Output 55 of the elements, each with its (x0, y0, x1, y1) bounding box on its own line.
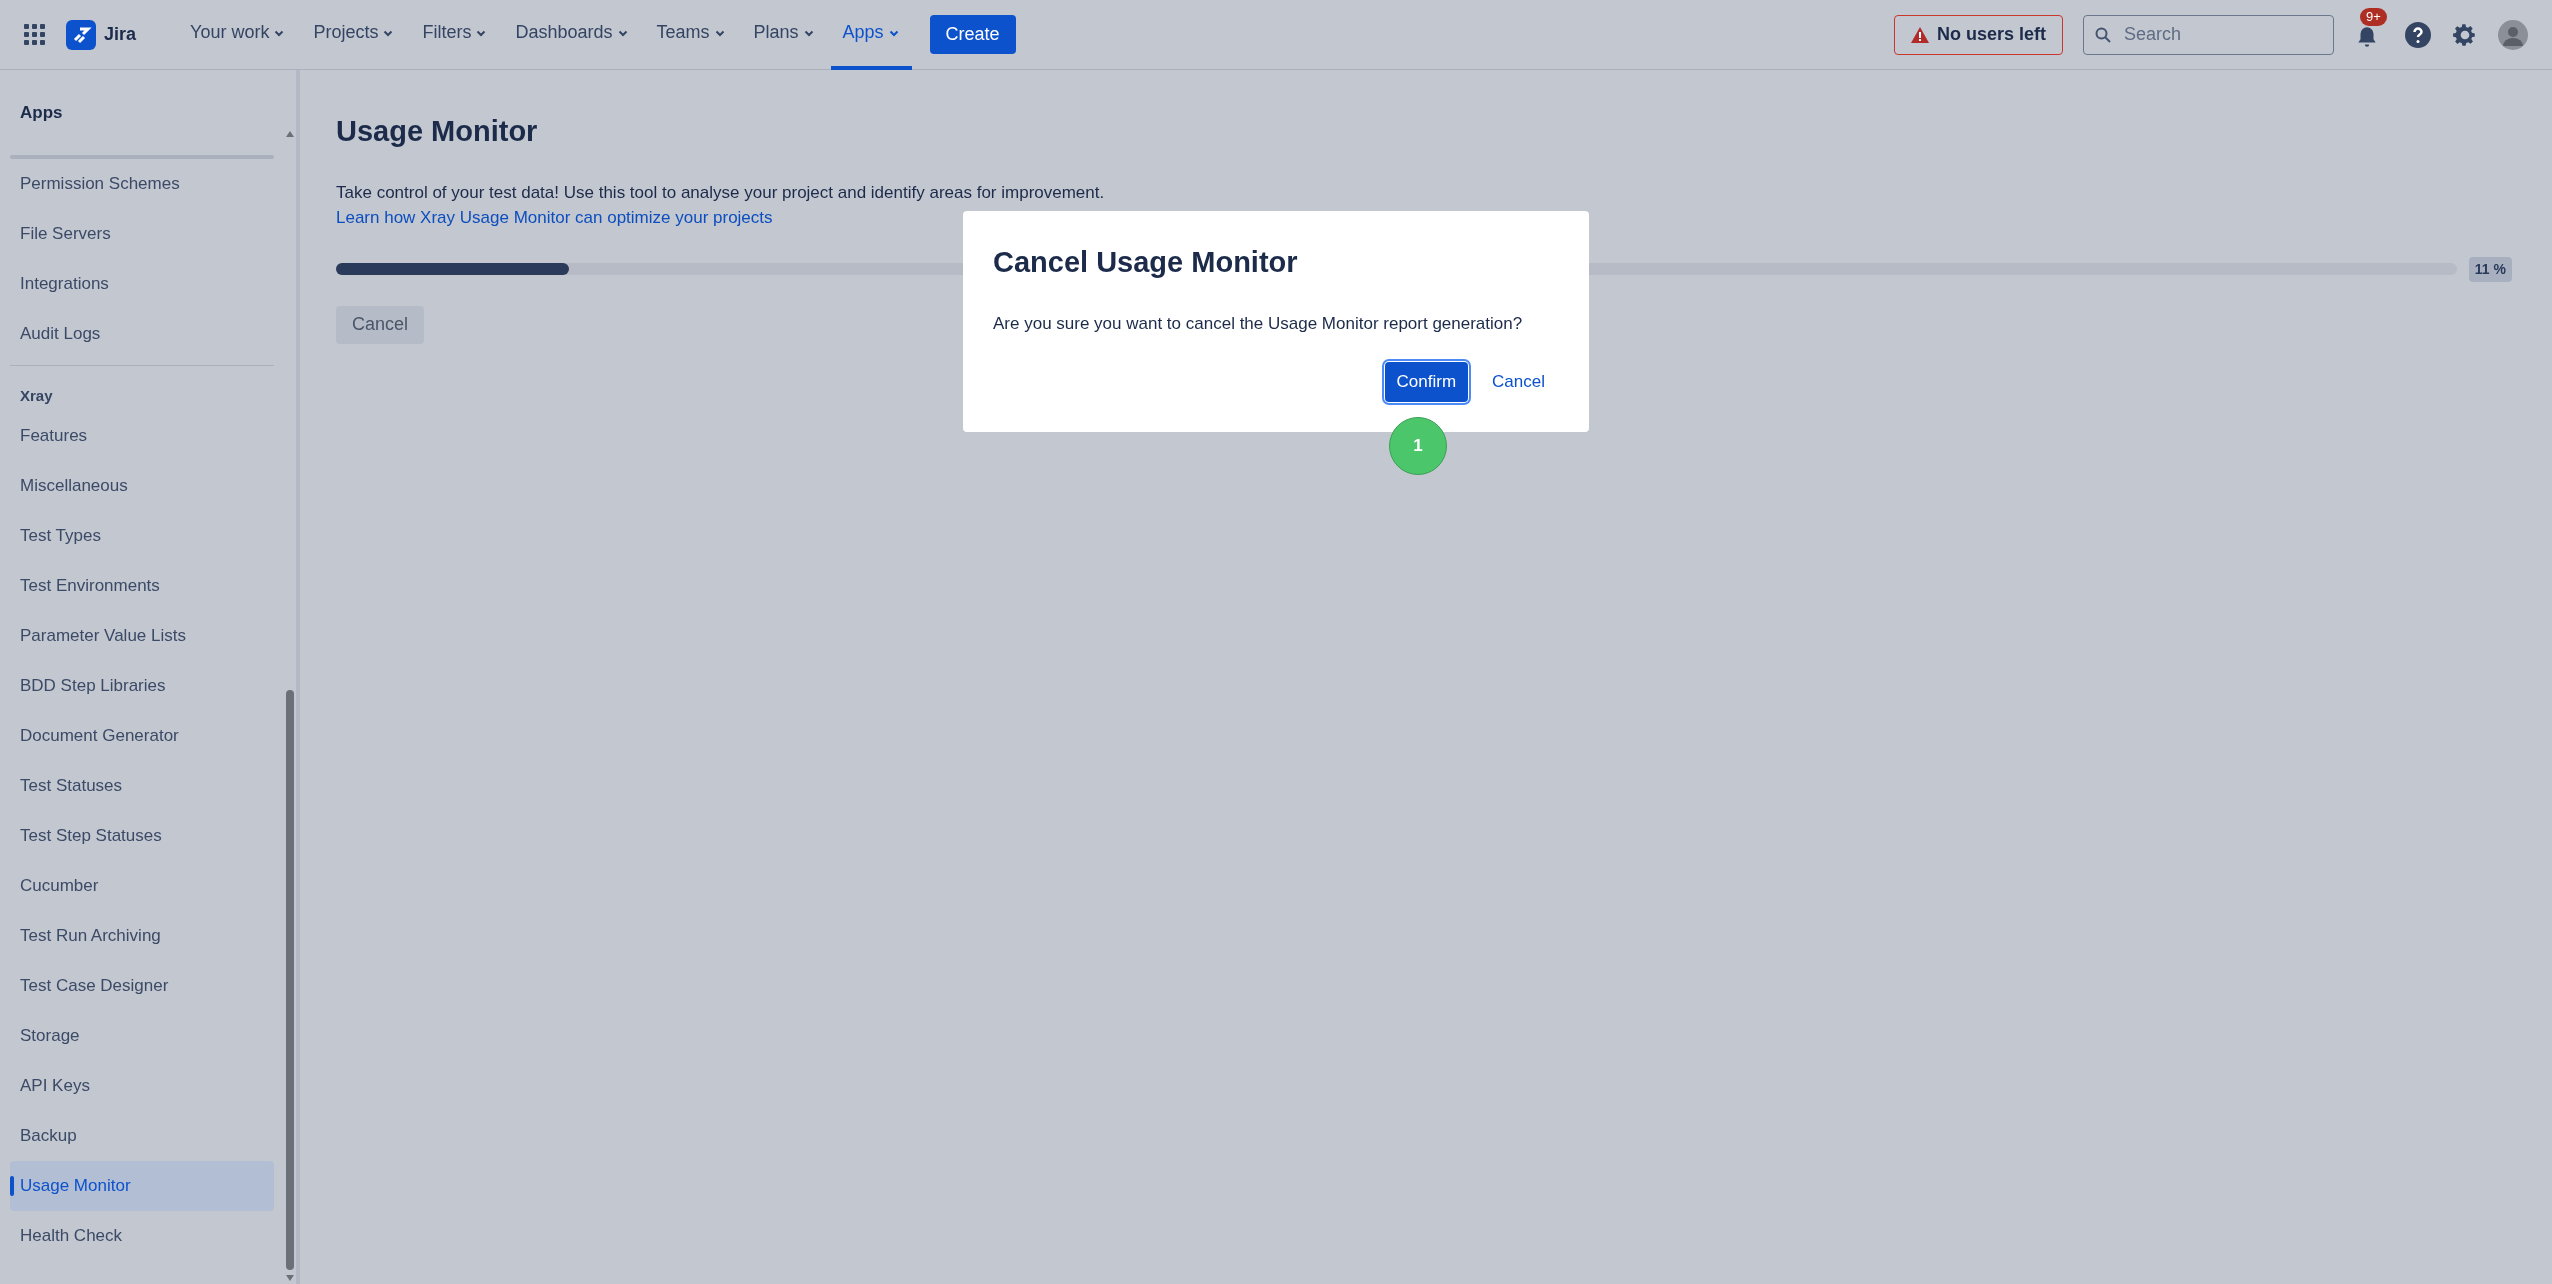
sidebar-item[interactable]: Document Generator (10, 711, 274, 761)
confirm-button[interactable]: Confirm (1384, 362, 1469, 402)
scroll-up-arrow-icon[interactable] (285, 130, 295, 138)
sidebar-heading: Xray (19, 385, 54, 406)
search-field[interactable]: Search (2083, 14, 2334, 55)
notification-badge: 9+ (2360, 7, 2387, 26)
scrollbar-thumb[interactable] (286, 690, 294, 1270)
settings-icon[interactable] (2452, 21, 2478, 48)
avatar-icon[interactable] (2498, 19, 2528, 50)
sidebar-item[interactable]: Test Statuses (10, 761, 274, 811)
progress-reading: 11 % (2468, 256, 2512, 282)
learn-more-link[interactable]: Learn how Xray Usage Monitor can optimize your projects (336, 205, 773, 231)
cancel-button[interactable]: Cancel (336, 305, 425, 344)
dialog-message: Are you sure you want to cancel the Usage Monitor report generation? (993, 312, 1524, 335)
sidebar-item[interactable]: Test Types (10, 511, 274, 561)
sidebar-item[interactable]: Audit Logs (10, 309, 274, 359)
product-name[interactable]: Jira (104, 21, 137, 48)
create-button[interactable]: Create (929, 15, 1016, 54)
search-icon (2095, 26, 2111, 43)
nav-tab[interactable]: Apps (830, 0, 912, 70)
nav-tab[interactable]: Teams (644, 0, 738, 70)
sidebar-item[interactable]: API Keys (10, 1061, 274, 1111)
nav-tab[interactable]: Filters (410, 0, 500, 70)
scroll-down-arrow-icon[interactable] (285, 1274, 295, 1282)
sidebar-item[interactable]: Cucumber (10, 861, 274, 911)
sidebar-item[interactable]: Storage (10, 1011, 274, 1061)
sidebar-item[interactable]: BDD Step Libraries (10, 661, 274, 711)
sidebar-item[interactable]: Usage Monitor (10, 1161, 274, 1211)
sidebar-item[interactable]: Miscellaneous (10, 461, 274, 511)
app-grid-icon[interactable] (24, 23, 46, 46)
dialog-cancel-link[interactable]: Cancel (1492, 369, 1545, 395)
sidebar-item[interactable]: File Servers (10, 209, 274, 259)
page-title: Usage Monitor (336, 114, 538, 149)
logo-icon (66, 19, 96, 50)
sidebar-item[interactable]: Test Case Designer (10, 961, 274, 1011)
nav-tab[interactable]: Projects (301, 0, 407, 70)
sidebar-item[interactable]: Permission Schemes (10, 159, 274, 209)
warning-icon (1910, 26, 1929, 43)
sidebar-item[interactable]: Test Step Statuses (10, 811, 274, 861)
nav-tab[interactable]: Plans (741, 0, 827, 70)
dialog-title: Cancel Usage Monitor (993, 245, 1299, 280)
step-marker: 1 (1389, 417, 1447, 475)
sidebar-item[interactable]: Health Check (10, 1211, 274, 1261)
nav-tab[interactable]: Dashboards (503, 0, 641, 70)
sidebar-item[interactable]: Features (10, 411, 274, 461)
sidebar-item[interactable]: Test Run Archiving (10, 911, 274, 961)
license-warning-button[interactable]: No users left (1893, 14, 2063, 55)
description: Take control of your test data! Use this tool to analyse your project and identify areas for improvement. (336, 181, 1105, 204)
sidebar-title: Apps (19, 101, 64, 124)
sidebar-item[interactable]: Backup (10, 1111, 274, 1161)
sidebar-item[interactable]: Test Environments (10, 561, 274, 611)
sidebar-item[interactable]: Integrations (10, 259, 274, 309)
sidebar-item[interactable]: Parameter Value Lists (10, 611, 274, 661)
nav-tab[interactable]: Your work (178, 0, 298, 70)
help-icon[interactable] (2404, 20, 2432, 49)
